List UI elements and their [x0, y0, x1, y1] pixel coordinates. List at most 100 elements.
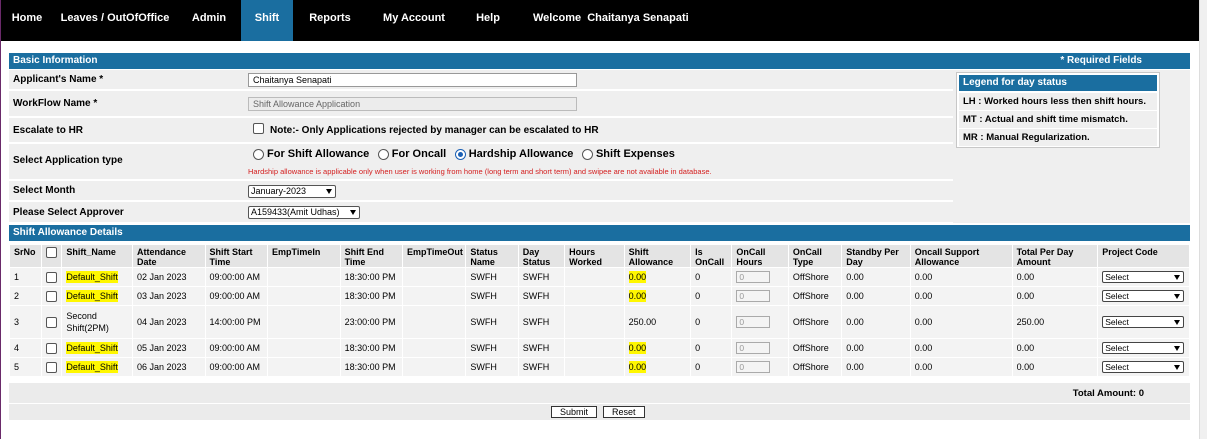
cell-attendance-date: 03 Jan 2023	[131, 286, 206, 306]
cell-status-name-text: SWFH	[470, 272, 497, 282]
cell-shift-end-text: 18:30:00 PM	[344, 291, 396, 301]
radio-shift-allowance[interactable]	[253, 148, 264, 160]
cell-is-oncall-text: 0	[695, 317, 701, 327]
project-code-select[interactable]: Select	[1102, 290, 1185, 302]
col-oncall-support: Oncall Support Allowance	[909, 244, 1013, 268]
cell-attendance-date-text: 04 Jan 2023	[136, 317, 187, 327]
cell-status-name: SWFH	[465, 357, 519, 377]
cell-oncall-type: OffShore	[787, 357, 843, 377]
row-checkbox[interactable]	[46, 272, 58, 284]
cell-row-checkbox[interactable]	[41, 338, 63, 358]
cell-status-name: SWFH	[465, 338, 519, 358]
row-checkbox[interactable]	[46, 343, 58, 355]
radio-label-hardship: Hardship Allowance	[468, 148, 574, 160]
select-all-checkbox[interactable]	[46, 247, 58, 259]
cell-row-checkbox[interactable]	[41, 286, 63, 306]
applicant-name-field[interactable]: Chaitanya Senapati	[248, 73, 577, 87]
cell-shift-name: Default_Shift	[61, 267, 133, 287]
col-select-all[interactable]	[41, 244, 63, 268]
cell-attendance-date-text: 05 Jan 2023	[136, 343, 187, 353]
cell-shift-name-text: Default_Shift	[66, 290, 118, 302]
col-shift-allowance: Shift Allowance	[623, 244, 692, 268]
cell-oncall-support: 0.00	[909, 338, 1013, 358]
submit-button[interactable]: Submit	[551, 406, 598, 418]
row-checkbox[interactable]	[46, 317, 58, 329]
cell-oncall-support-text: 0.00	[914, 272, 933, 282]
cell-oncall-hours: 0	[731, 305, 789, 339]
table-header-row: SrNo Shift_Name Attendance Date Shift St…	[8, 244, 1190, 268]
cell-shift-start: 09:00:00 AM	[204, 357, 269, 377]
cell-status-name-text: SWFH	[470, 343, 497, 353]
total-amount-row: Total Amount: 0	[9, 383, 1190, 403]
nav-my-account[interactable]: My Account	[367, 0, 461, 41]
action-buttons-row: Submit Reset	[9, 404, 1190, 420]
cell-oncall-type: OffShore	[787, 305, 843, 339]
cell-srno: 4	[8, 338, 43, 358]
cell-project-code: Select	[1097, 305, 1190, 339]
cell-oncall-support: 0.00	[909, 357, 1013, 377]
nav-reports[interactable]: Reports	[293, 0, 367, 41]
radio-shift-expenses[interactable]	[581, 148, 593, 160]
radio-hardship-allowance[interactable]	[454, 148, 466, 160]
cell-total-per-day: 0.00	[1011, 338, 1099, 358]
cell-emp-time-out	[402, 357, 467, 377]
workflow-name-field: Shift Allowance Application	[248, 97, 577, 111]
cell-emp-time-in	[267, 338, 341, 358]
nav-admin[interactable]: Admin	[177, 0, 241, 41]
nav-leaves[interactable]: Leaves / OutOfOffice	[53, 0, 177, 41]
cell-shift-name-text: Second Shift(2PM)	[66, 311, 109, 333]
project-code-select[interactable]: Select	[1102, 361, 1185, 373]
cell-oncall-support-text: 0.00	[914, 343, 933, 353]
cell-shift-start: 09:00:00 AM	[204, 286, 269, 306]
approver-select[interactable]: A159433(Amit Udhas)	[248, 206, 360, 219]
cell-is-oncall: 0	[690, 267, 733, 287]
cell-srno-text: 4	[14, 343, 20, 353]
cell-attendance-date-text: 03 Jan 2023	[136, 291, 187, 301]
shift-allowance-table: SrNo Shift_Name Attendance Date Shift St…	[8, 244, 1190, 377]
cell-row-checkbox[interactable]	[41, 305, 63, 339]
legend-title: Legend for day status	[959, 75, 1157, 91]
cell-srno-text: 5	[14, 362, 20, 372]
cell-shift-start-text: 09:00:00 AM	[209, 362, 261, 372]
radio-label-oncall: For Oncall	[391, 148, 447, 160]
cell-shift-allowance-text: 0.00	[628, 361, 647, 373]
nav-home[interactable]: Home	[1, 0, 53, 41]
cell-row-checkbox[interactable]	[41, 267, 63, 287]
cell-oncall-type: OffShore	[787, 286, 843, 306]
page-scrollbar[interactable]	[1199, 0, 1207, 439]
cell-emp-time-out	[402, 286, 467, 306]
project-code-select[interactable]: Select	[1102, 316, 1185, 328]
nav-help[interactable]: Help	[461, 0, 515, 41]
month-select[interactable]: January-2023	[248, 185, 336, 198]
cell-day-status: SWFH	[517, 338, 566, 358]
project-code-select[interactable]: Select	[1102, 271, 1185, 283]
cell-day-status: SWFH	[517, 286, 566, 306]
cell-shift-allowance: 0.00	[623, 286, 692, 306]
cell-shift-end: 18:30:00 PM	[339, 267, 404, 287]
cell-total-per-day-text: 0.00	[1016, 343, 1035, 353]
col-shift-name: Shift_Name	[61, 244, 133, 268]
radio-oncall[interactable]	[377, 148, 389, 160]
cell-shift-start-text: 14:00:00 PM	[209, 317, 261, 327]
reset-button[interactable]: Reset	[603, 406, 645, 418]
cell-total-per-day: 250.00	[1011, 305, 1099, 339]
escalate-checkbox[interactable]	[253, 123, 264, 135]
table-row: 4 Default_Shift 05 Jan 2023 09:00:00 AM 18:3…	[8, 338, 1190, 358]
cell-row-checkbox[interactable]	[41, 357, 63, 377]
cell-standby-text: 0.00	[846, 362, 864, 372]
row-checkbox[interactable]	[46, 291, 58, 303]
cell-project-code: Select	[1097, 338, 1190, 358]
row-checkbox[interactable]	[46, 362, 58, 374]
cell-attendance-date-text: 02 Jan 2023	[136, 272, 187, 282]
cell-oncall-type-text: OffShore	[792, 362, 829, 372]
nav-shift[interactable]: Shift	[241, 0, 293, 41]
cell-shift-name-text: Default_Shift	[66, 361, 118, 373]
workflow-label: WorkFlow Name *	[13, 98, 98, 109]
cell-standby: 0.00	[841, 338, 911, 358]
col-attendance-date: Attendance Date	[131, 244, 206, 268]
cell-shift-end-text: 18:30:00 PM	[344, 272, 396, 282]
cell-is-oncall: 0	[690, 286, 733, 306]
cell-shift-end: 18:30:00 PM	[339, 357, 404, 377]
hardship-note: Hardship allowance is applicable only wh…	[248, 167, 712, 176]
project-code-select[interactable]: Select	[1102, 342, 1185, 354]
